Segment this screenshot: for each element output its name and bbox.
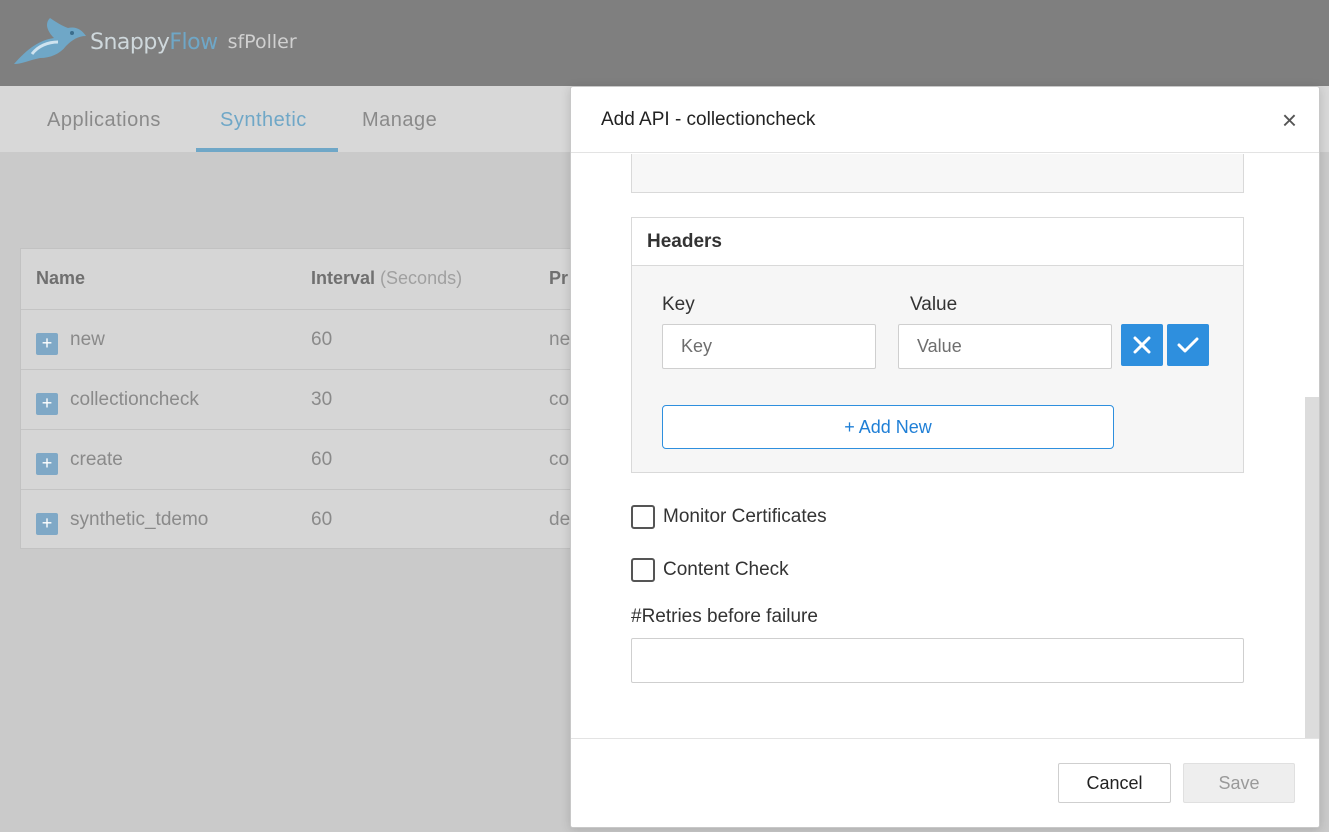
page-right-edge bbox=[1320, 152, 1329, 832]
row-name: collectioncheck bbox=[70, 389, 199, 410]
column-header-interval-label: Interval bbox=[311, 268, 376, 288]
headers-panel: Headers Key Value + Add New bbox=[631, 217, 1244, 473]
logo-subtitle: sfPoller bbox=[227, 31, 297, 53]
cancel-x-icon bbox=[1133, 336, 1151, 354]
monitor-certificates-checkbox[interactable] bbox=[631, 505, 655, 529]
row-interval: 60 bbox=[311, 329, 333, 350]
plus-icon[interactable]: + bbox=[36, 453, 58, 475]
table-row[interactable]: + create 60 co bbox=[21, 430, 579, 490]
plus-icon[interactable]: + bbox=[36, 513, 58, 535]
plus-icon[interactable]: + bbox=[36, 333, 58, 355]
header-key-input[interactable] bbox=[662, 324, 876, 369]
logo-text-flow: Flow bbox=[169, 29, 218, 55]
retries-input[interactable] bbox=[631, 638, 1244, 683]
save-button[interactable]: Save bbox=[1183, 763, 1295, 803]
header-value-input[interactable] bbox=[898, 324, 1112, 369]
add-api-modal: Add API - collectioncheck × Headers Key … bbox=[570, 86, 1320, 828]
confirm-check-icon bbox=[1177, 337, 1199, 353]
headers-title: Headers bbox=[632, 218, 1243, 266]
row-name: new bbox=[70, 329, 105, 350]
content-check-option[interactable]: Content Check bbox=[631, 557, 789, 583]
logo-text-snappy: Snappy bbox=[90, 29, 170, 55]
row-name: create bbox=[70, 449, 123, 470]
row-name: synthetic_tdemo bbox=[70, 509, 209, 530]
row-interval: 60 bbox=[311, 449, 333, 470]
plus-icon[interactable]: + bbox=[36, 393, 58, 415]
modal-header: Add API - collectioncheck × bbox=[571, 87, 1319, 153]
cancel-header-button[interactable] bbox=[1121, 324, 1163, 366]
synthetic-table: Name Interval (Seconds) Pr + new 60 ne +… bbox=[20, 248, 580, 549]
row-third: de bbox=[549, 509, 571, 530]
tab-applications[interactable]: Applications bbox=[47, 86, 161, 152]
column-header-name: Name bbox=[36, 268, 86, 288]
add-new-header-button[interactable]: + Add New bbox=[662, 405, 1114, 449]
row-third: co bbox=[549, 449, 570, 470]
tab-synthetic[interactable]: Synthetic bbox=[220, 86, 307, 152]
monitor-certificates-option[interactable]: Monitor Certificates bbox=[631, 504, 827, 530]
column-header-third: Pr bbox=[549, 268, 569, 288]
previous-field-bottom[interactable] bbox=[631, 154, 1244, 193]
table-row[interactable]: + collectioncheck 30 co bbox=[21, 370, 579, 430]
modal-body[interactable]: Headers Key Value + Add New Monitor Cert… bbox=[571, 154, 1305, 738]
snappyflow-logo-icon bbox=[14, 18, 86, 64]
content-check-checkbox[interactable] bbox=[631, 558, 655, 582]
column-header-interval-unit: (Seconds) bbox=[380, 268, 463, 288]
tab-manage[interactable]: Manage bbox=[362, 86, 437, 152]
content-check-label: Content Check bbox=[663, 559, 789, 580]
top-bar: SnappyFlow sfPoller bbox=[0, 0, 1329, 86]
row-interval: 60 bbox=[311, 509, 333, 530]
key-label: Key bbox=[662, 294, 695, 315]
table-row[interactable]: + new 60 ne bbox=[21, 310, 579, 370]
modal-title: Add API - collectioncheck bbox=[601, 109, 816, 130]
row-third: ne bbox=[549, 329, 571, 350]
monitor-certificates-label: Monitor Certificates bbox=[663, 506, 827, 527]
confirm-header-button[interactable] bbox=[1167, 324, 1209, 366]
row-third: co bbox=[549, 389, 570, 410]
retries-label: #Retries before failure bbox=[631, 606, 818, 627]
value-label: Value bbox=[910, 294, 958, 315]
column-header-interval: Interval (Seconds) bbox=[311, 249, 462, 309]
modal-footer: Cancel Save bbox=[571, 738, 1319, 827]
row-interval: 30 bbox=[311, 389, 333, 410]
cancel-button[interactable]: Cancel bbox=[1058, 763, 1171, 803]
close-icon[interactable]: × bbox=[1282, 105, 1297, 135]
modal-scrollbar-thumb[interactable] bbox=[1305, 397, 1319, 738]
table-row[interactable]: + synthetic_tdemo 60 de bbox=[21, 490, 579, 550]
app-logo[interactable]: SnappyFlow sfPoller bbox=[10, 14, 297, 70]
